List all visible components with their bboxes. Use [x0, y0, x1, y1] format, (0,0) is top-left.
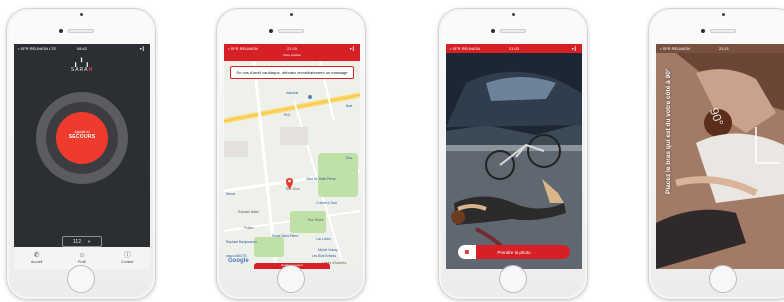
front-camera [290, 13, 293, 16]
map-label: Raphael Barquisseau [226, 240, 257, 244]
front-camera [512, 13, 515, 16]
earpiece-speaker [491, 29, 526, 33]
carrier-label: • SFR REUNION LTE [18, 46, 57, 51]
map-label: Les Bois Enfants [312, 254, 336, 258]
tab-label: Profil [77, 260, 86, 264]
instruction-text: Placez le bras qui est du votre côté à 9… [665, 68, 672, 194]
earpiece-speaker [701, 29, 736, 33]
map-label: Rue Roche [308, 218, 324, 222]
app-logo: ╻╹╻ SARAH [71, 58, 93, 73]
camera-icon: ◙ [458, 245, 476, 259]
app-screenshots-strip: • SFR REUNION LTE 08:42 ▾ ▎ ╻╹╻ SARAH Ap… [0, 0, 784, 302]
logo-text-accent: H [88, 67, 94, 73]
battery-indicator: ▾ ▎ [139, 46, 146, 51]
map-label: Raphael Babet [238, 210, 260, 214]
map-label: Sua [346, 156, 352, 160]
home-button[interactable] [67, 265, 95, 293]
map-label: RN1 [284, 113, 291, 117]
home-button[interactable] [277, 265, 305, 293]
battery-indicator: ▾ ▎ [571, 46, 578, 51]
map-screen: • SFR REUNION 21:20 ▾ ▎ Votre position E… [224, 44, 360, 269]
map-label: L'Usine à Gour [316, 201, 338, 205]
front-camera [80, 13, 83, 16]
header-subtitle: Votre position [282, 53, 302, 57]
chevron-down-icon: ▼ [87, 239, 91, 244]
cardiac-alert-banner: En cas d'arrêt cardiaque, débutez immédi… [230, 66, 354, 79]
tab-label: Contact [121, 260, 134, 264]
take-photo-label: Prendre la photo [497, 249, 531, 255]
user-icon: ☺ [78, 252, 86, 259]
earpiece-speaker [59, 29, 94, 33]
map-label: Rue Gros [286, 187, 300, 191]
google-logo: Google [228, 258, 249, 264]
phone-frame-instruction: • SFR REUNION 21:21 Placez le bras qui e… [648, 8, 784, 300]
clock: 21:03 [508, 46, 520, 51]
carrier-label: • SFR REUNION [450, 46, 481, 51]
tab-profil[interactable]: ☺ Profil [60, 252, 105, 264]
emergency-number-value: 112 [73, 238, 81, 245]
sos-label: SECOURS [68, 134, 96, 140]
home-button[interactable] [709, 265, 737, 293]
map-label: Neuve [226, 192, 236, 196]
map-label: Baie [346, 104, 353, 108]
clock: 21:21 [718, 46, 730, 51]
phone-frame-photo: • SFR REUNION 21:03 ▾ ▎ ◙ Prendre la pho… [438, 8, 588, 300]
map-label: Petites [244, 226, 254, 230]
phone-icon: ✆ [33, 252, 40, 259]
earpiece-speaker [269, 29, 304, 33]
camera-preview-image [446, 53, 582, 269]
status-bar: • SFR REUNION 21:20 ▾ ▎ [224, 44, 360, 53]
tab-label: Accueil [31, 260, 43, 264]
status-bar: • SFR REUNION LTE 08:42 ▾ ▎ [14, 44, 150, 53]
front-camera [722, 13, 725, 16]
emergency-number-select[interactable]: 112 ▼ [62, 236, 102, 247]
map-label: Route Saint-Pierre [272, 234, 299, 238]
status-bar: • SFR REUNION 21:03 ▾ ▎ [446, 44, 582, 53]
home-screen: • SFR REUNION LTE 08:42 ▾ ▎ ╻╹╻ SARAH Ap… [14, 44, 150, 269]
map-label: Industrie [286, 91, 299, 95]
instruction-screen: • SFR REUNION 21:21 Placez le bras qui e… [656, 44, 784, 269]
clock: 08:42 [76, 46, 88, 51]
map-label: Luc Lorion [316, 237, 331, 241]
info-icon: ⓘ [123, 252, 131, 259]
map-label: Gare De Saint Pierre [306, 177, 336, 181]
instruction-image [656, 53, 784, 269]
sos-button[interactable]: Appuie ici SECOURS [56, 112, 108, 164]
clock: 21:20 [286, 46, 298, 51]
photo-screen: • SFR REUNION 21:03 ▾ ▎ ◙ Prendre la pho… [446, 44, 582, 269]
phone-frame-map: • SFR REUNION 21:20 ▾ ▎ Votre position E… [216, 8, 366, 300]
map-label: Michel Voinay [318, 248, 338, 252]
phone-frame-home: • SFR REUNION LTE 08:42 ▾ ▎ ╻╹╻ SARAH Ap… [6, 8, 156, 300]
home-button[interactable] [499, 265, 527, 293]
logo-text: SARA [70, 67, 89, 73]
tab-accueil[interactable]: ✆ Accueil [14, 252, 59, 264]
status-bar: • SFR REUNION 21:21 [656, 44, 784, 53]
carrier-label: • SFR REUNION [660, 46, 691, 51]
battery-indicator: ▾ ▎ [349, 46, 356, 51]
take-photo-button[interactable]: ◙ Prendre la photo [458, 245, 570, 259]
logo-mark-icon: ╻╹╻ [73, 58, 91, 67]
tab-contact[interactable]: ⓘ Contact [105, 252, 150, 264]
carrier-label: • SFR REUNION [228, 46, 259, 51]
